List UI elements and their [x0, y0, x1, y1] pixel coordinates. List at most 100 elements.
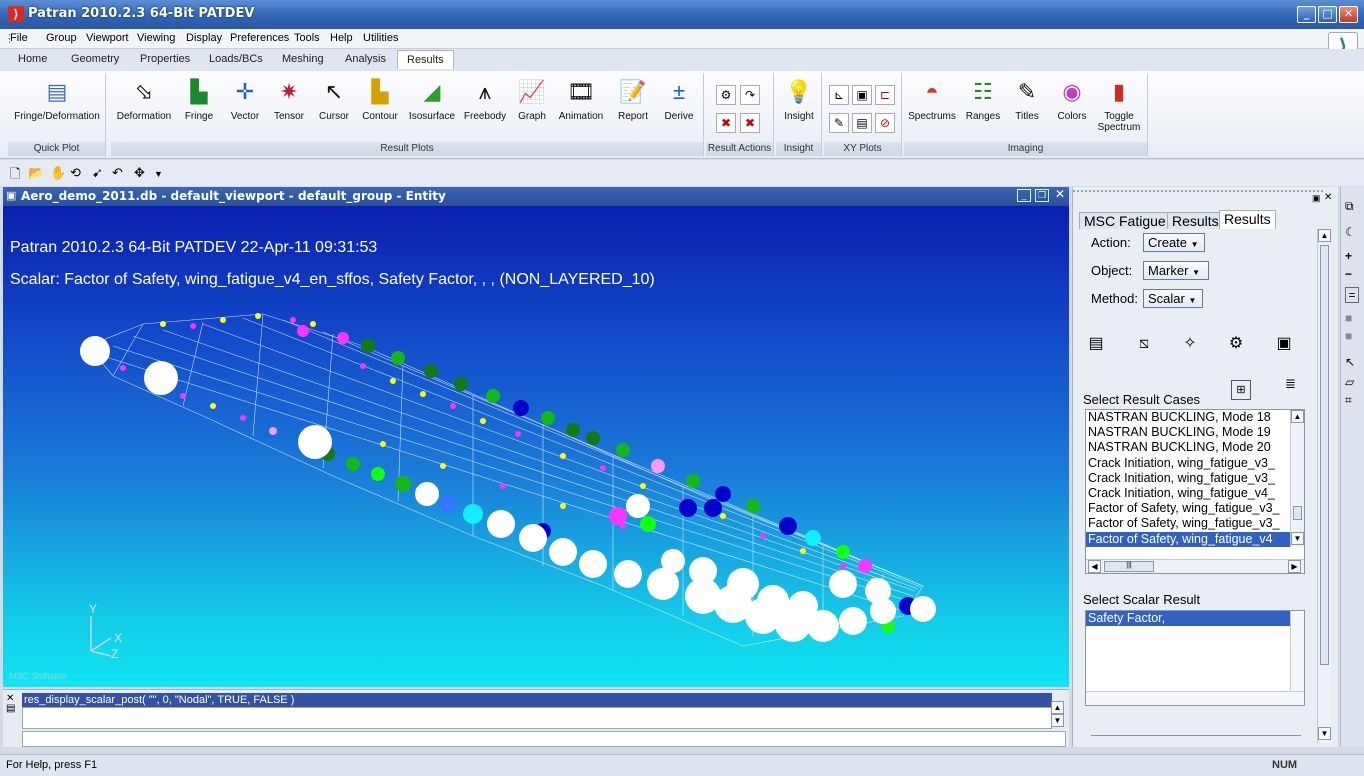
scroll-right-icon[interactable]: ▶	[1288, 560, 1301, 573]
graph-button[interactable]: 📈 Graph	[513, 75, 551, 141]
lasso-icon[interactable]: ☾	[1345, 225, 1356, 239]
menu-viewing[interactable]: Viewing	[137, 32, 175, 44]
result-case-item[interactable]: Crack Initiation, wing_fatigue_v4_	[1086, 486, 1304, 501]
xy-plot-6-icon[interactable]: ⊘	[875, 113, 895, 133]
isosurface-button[interactable]: ◢ Isosurface	[405, 75, 459, 141]
pointer-icon[interactable]: ↖	[1345, 355, 1355, 369]
scroll-down-icon[interactable]: ▼	[1291, 532, 1304, 545]
open-file-icon[interactable]: 📂	[28, 165, 44, 181]
scroll-up-icon[interactable]: ▲	[1291, 410, 1304, 423]
tab-results[interactable]: Results	[397, 50, 454, 69]
select-results-icon[interactable]: ▤	[1085, 333, 1107, 355]
display-attributes-icon[interactable]: ✧	[1179, 333, 1201, 355]
tab-properties[interactable]: Properties	[140, 53, 190, 65]
tab-loads-bcs[interactable]: Loads/BCs	[209, 53, 263, 65]
target-entities-icon[interactable]: ⧅	[1133, 333, 1155, 355]
result-case-item[interactable]: NASTRAN BUCKLING, Mode 20	[1086, 440, 1304, 455]
command-input[interactable]	[22, 731, 1066, 747]
scroll-thumb[interactable]	[1293, 506, 1302, 520]
xy-plot-2-icon[interactable]: ▣	[852, 85, 872, 105]
result-case-item[interactable]: NASTRAN BUCKLING, Mode 19	[1086, 425, 1304, 440]
cases-vscroll[interactable]: ▲ ▼	[1290, 410, 1304, 547]
menu-preferences[interactable]: Preferences	[230, 32, 289, 44]
deformation-button[interactable]: ⬂ Deformation	[113, 75, 175, 141]
minimize-button[interactable]: _	[1297, 6, 1316, 23]
command-history-line[interactable]: res_display_scalar_post( "", 0, "Nodal",…	[22, 693, 1052, 707]
menu-file[interactable]: File	[10, 32, 28, 44]
frame-icon[interactable]: ⌗	[1345, 393, 1352, 408]
cases-hscroll[interactable]: ◀ ||| ▶	[1086, 559, 1304, 573]
method-select[interactable]: Scalar ▼	[1143, 289, 1203, 308]
dropdown-arrow-icon[interactable]: ▼	[154, 169, 163, 179]
result-case-item[interactable]: Factor of Safety, wing_fatigue_v3_	[1086, 516, 1304, 531]
xy-plot-3-icon[interactable]: ⊏	[875, 85, 895, 105]
result-case-item[interactable]: Crack Initiation, wing_fatigue_v3_	[1086, 456, 1304, 471]
xy-plot-5-icon[interactable]: ▤	[852, 113, 872, 133]
result-action-1-icon[interactable]: ⚙	[716, 85, 736, 105]
cursor-button[interactable]: ↖ Cursor	[314, 75, 354, 141]
vector-button[interactable]: ✛ Vector	[225, 75, 265, 141]
view-icon[interactable]: ✥	[134, 165, 145, 181]
titles-button[interactable]: ✎ Titles	[1008, 75, 1046, 141]
filter-cases-icon[interactable]: ⊞	[1231, 380, 1251, 400]
scalar-results-list[interactable]: Safety Factor,	[1085, 610, 1305, 706]
plot-options-icon[interactable]: ⚙	[1225, 333, 1247, 355]
result-action-3-icon[interactable]: ✖	[716, 113, 736, 133]
viewport-minimize-button[interactable]: _	[1017, 189, 1031, 202]
pan-hand-icon[interactable]: ✋	[50, 165, 66, 181]
panel-close-icon[interactable]: ✕	[1324, 192, 1332, 203]
panel-scroll-up-icon[interactable]: ▲	[1318, 229, 1331, 242]
viewport-restore-button[interactable]: ❐	[1035, 189, 1049, 202]
colors-button[interactable]: ◉ Colors	[1052, 75, 1092, 141]
panel-vscroll[interactable]: ▲ ▼	[1317, 229, 1331, 743]
menu-tools[interactable]: Tools	[294, 32, 320, 44]
result-case-item[interactable]: Crack Initiation, wing_fatigue_v3_	[1086, 471, 1304, 486]
zoom-out-icon[interactable]: −	[1345, 267, 1352, 281]
toggle-spectrum-button[interactable]: ▮ Toggle Spectrum	[1094, 75, 1144, 141]
ranges-button[interactable]: ☷ Ranges	[962, 75, 1004, 141]
select-box-icon[interactable]: ▱	[1345, 375, 1354, 389]
tab-results-2[interactable]: Results	[1219, 210, 1276, 229]
tab-meshing[interactable]: Meshing	[282, 53, 324, 65]
history-scroll-up-icon[interactable]: ▲	[1051, 701, 1064, 714]
menu-group[interactable]: Group	[46, 32, 77, 44]
scalar-vscroll[interactable]	[1290, 611, 1304, 693]
tab-analysis[interactable]: Analysis	[345, 53, 386, 65]
report-button[interactable]: 📝 Report	[613, 75, 653, 141]
rotate-icon[interactable]: ⟲	[70, 165, 81, 181]
scroll-left-icon[interactable]: ◀	[1088, 560, 1101, 573]
menu-help[interactable]: Help	[330, 32, 353, 44]
patran-app-icon[interactable]: ⟩	[8, 6, 24, 22]
fringe-button[interactable]: ▙ Fringe	[179, 75, 219, 141]
result-action-4-icon[interactable]: ✖	[740, 113, 760, 133]
equals-icon[interactable]: =	[1345, 287, 1359, 303]
menu-display[interactable]: Display	[186, 32, 222, 44]
panel-pin-icon[interactable]: ▣	[1312, 193, 1321, 204]
result-case-item[interactable]: Factor of Safety, wing_fatigue_v4	[1086, 531, 1304, 547]
scalar-result-item[interactable]: Safety Factor,	[1086, 611, 1291, 627]
freebody-button[interactable]: ⩚ Freebody	[461, 75, 509, 141]
tensor-button[interactable]: ✷ Tensor	[269, 75, 309, 141]
tab-results-1[interactable]: Results	[1167, 212, 1224, 229]
panel-scroll-thumb[interactable]	[1320, 245, 1329, 665]
scalar-hscroll[interactable]	[1086, 691, 1304, 705]
animation-button[interactable]: 🎞 Animation	[555, 75, 607, 141]
tab-msc-fatigue[interactable]: MSC Fatigue	[1079, 212, 1171, 229]
action-select[interactable]: Create ▼	[1143, 233, 1205, 252]
tab-home[interactable]: Home	[18, 53, 47, 65]
tab-geometry[interactable]: Geometry	[71, 53, 119, 65]
result-case-item[interactable]: NASTRAN BUCKLING, Mode 18	[1086, 410, 1304, 425]
graphics-viewport[interactable]: Patran 2010.2.3 64-Bit PATDEV 22-Apr-11 …	[3, 206, 1069, 687]
new-file-icon[interactable]: 🗋	[10, 165, 20, 187]
menu-utilities[interactable]: Utilities	[363, 32, 398, 44]
command-menu-icon[interactable]: ▤	[6, 703, 15, 714]
viewport-close-button[interactable]: ✕	[1053, 188, 1067, 202]
undo-icon[interactable]: ↶	[112, 165, 123, 181]
derive-button[interactable]: ± Derive	[659, 75, 699, 141]
pick-icon[interactable]: ➹	[92, 165, 103, 181]
result-case-item[interactable]: Factor of Safety, wing_fatigue_v3_	[1086, 501, 1304, 516]
animation-options-icon[interactable]: ▣	[1273, 333, 1295, 355]
gray-box-1-icon[interactable]: ■	[1345, 311, 1352, 325]
close-button[interactable]: ✕	[1339, 6, 1358, 23]
gray-box-2-icon[interactable]: ■	[1345, 329, 1352, 343]
